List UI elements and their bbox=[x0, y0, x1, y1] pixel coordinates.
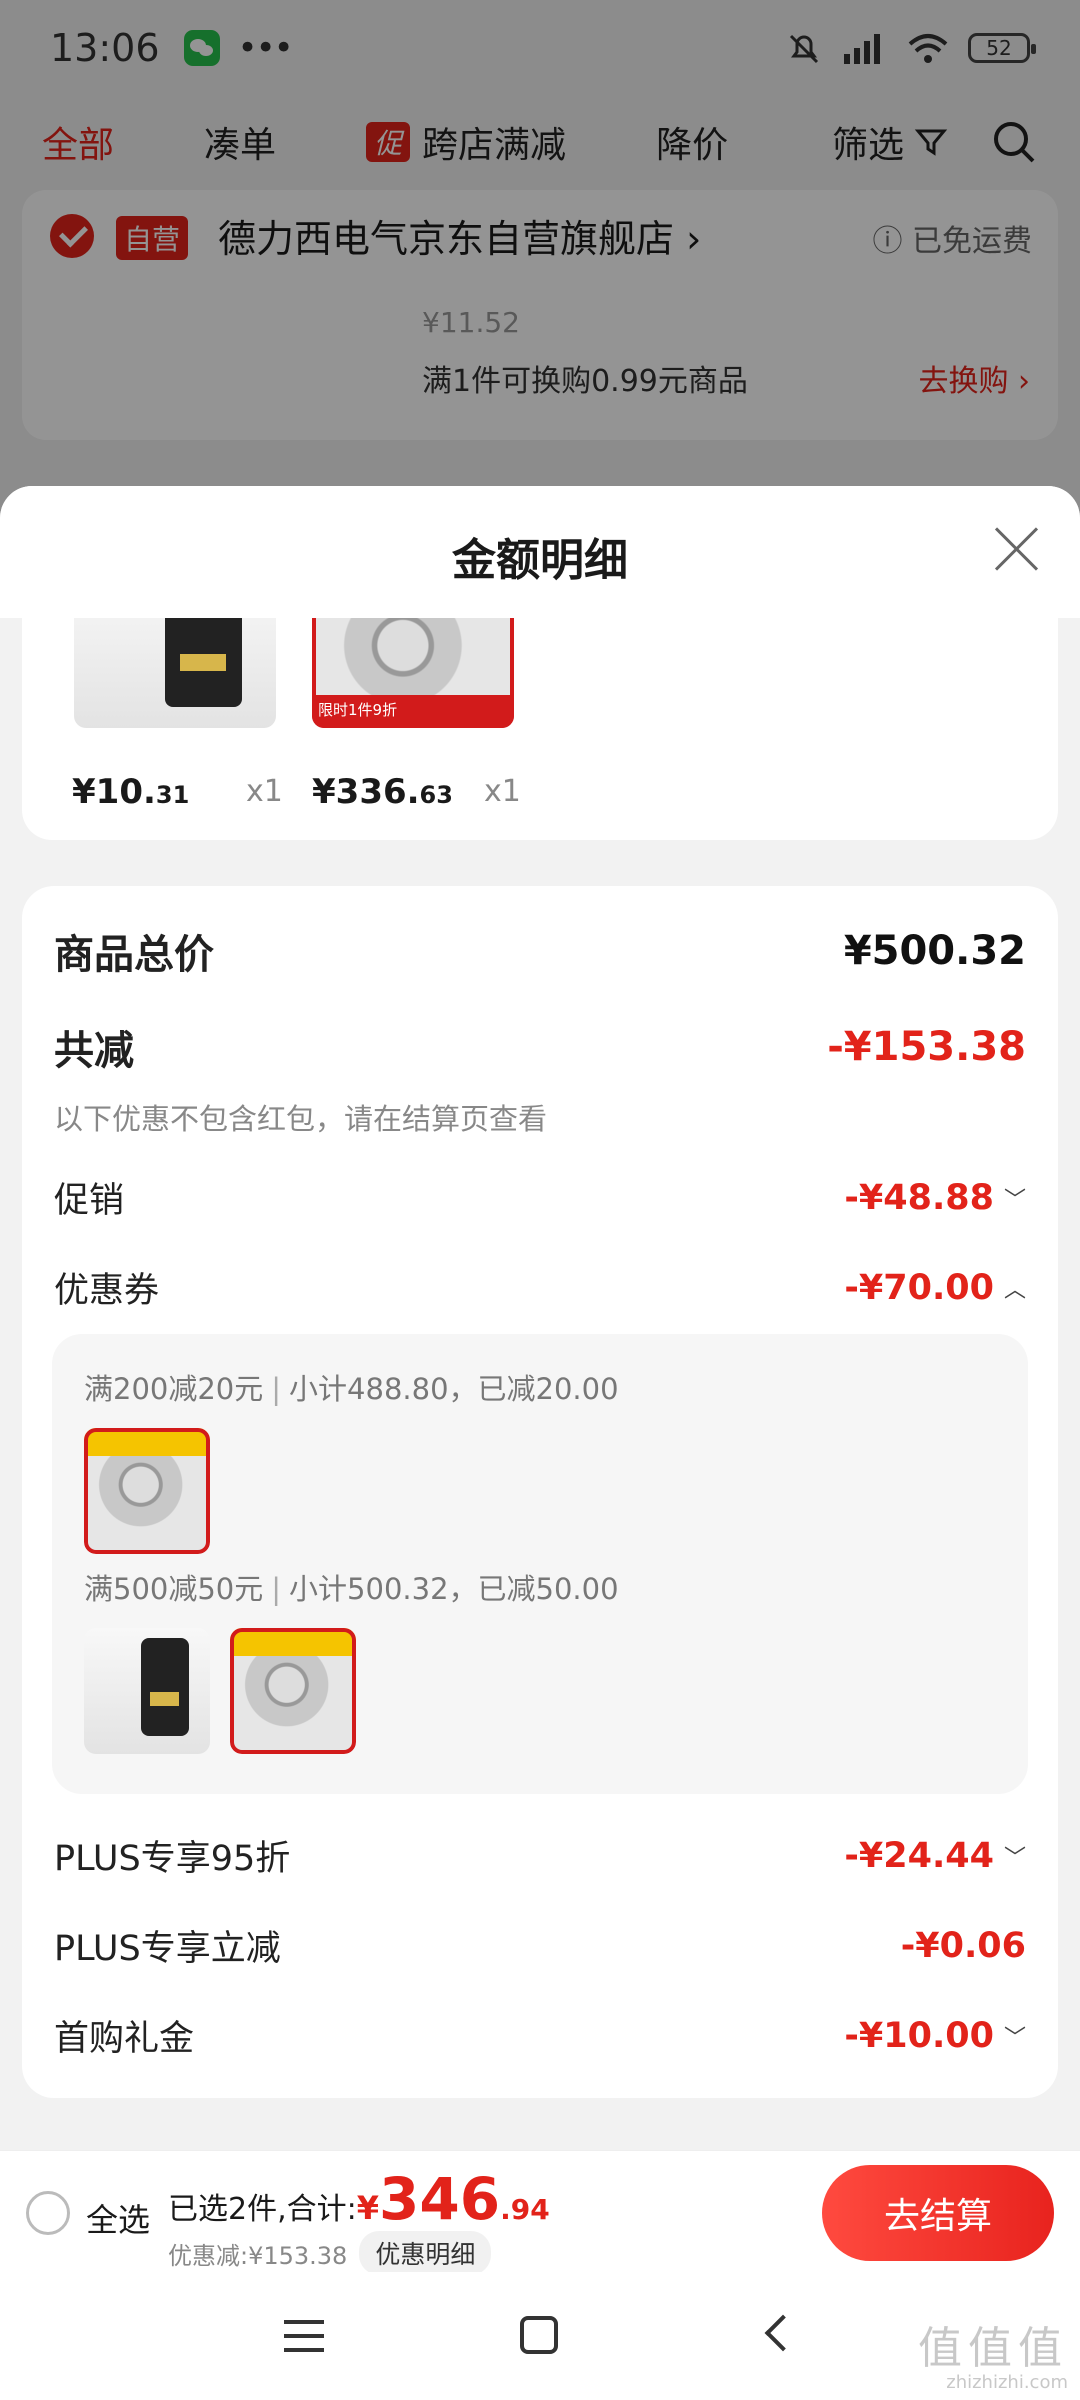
product-price-dec: 63 bbox=[419, 781, 453, 809]
summary-card: 商品总价 ¥500.32 共减 -¥153.38 以下优惠不包含红包，请在结算页… bbox=[22, 886, 1058, 2098]
back-icon[interactable] bbox=[764, 2314, 802, 2352]
coupon-line: 满200减20元 | 小计488.80，已减20.00 bbox=[84, 1366, 619, 1408]
product-price: ¥336.63 bbox=[312, 772, 453, 812]
select-all-radio[interactable] bbox=[26, 2191, 70, 2235]
plus95-row[interactable]: PLUS专享95折 -¥24.44 ﹀ bbox=[54, 1830, 1026, 1881]
plus95-label: PLUS专享95折 bbox=[54, 1839, 291, 1879]
coupon-label: 优惠券 bbox=[54, 1271, 160, 1311]
cart-page: 13:06 ••• 52 全部 凑单 促跨店满减 降价 筛选 自营 德力西电气京… bbox=[0, 0, 1080, 2400]
coupon-line: 满500减50元 | 小计500.32，已减50.00 bbox=[84, 1566, 619, 1608]
coupon-detail: 小计488.80，已减20.00 bbox=[289, 1372, 619, 1406]
total-int: 346 bbox=[379, 2165, 501, 2233]
total-discount-value: -¥153.38 bbox=[827, 1024, 1026, 1070]
promotion-value: -¥48.88 ﹀ bbox=[844, 1178, 1026, 1218]
total-currency: ¥ bbox=[356, 2189, 379, 2227]
checkout-button[interactable]: 去结算 bbox=[822, 2165, 1054, 2261]
product-price-int: ¥10. bbox=[72, 772, 156, 812]
coupon-item-thumbnail[interactable] bbox=[84, 1628, 210, 1754]
menu-icon[interactable] bbox=[284, 2320, 324, 2352]
thumbnail-frame bbox=[312, 618, 514, 728]
chevron-down-icon: ﹀ bbox=[1003, 1845, 1026, 1871]
discount-hint: 以下优惠不包含红包，请在结算页查看 bbox=[54, 1102, 548, 1136]
total-discount-label: 共减 bbox=[54, 1028, 134, 1074]
coupon-value: -¥70.00 ︿ bbox=[844, 1268, 1026, 1308]
plus-cut-row: PLUS专享立减 -¥0.06 bbox=[54, 1920, 1026, 1971]
amount-detail-sheet: 金额明细 限时1件9折 ¥10.31 x1 ¥336.63 x1 商品总价 ¥5… bbox=[0, 486, 1080, 2400]
discount-detail-button[interactable]: 优惠明细 bbox=[359, 2231, 492, 2275]
home-icon[interactable] bbox=[520, 2316, 558, 2354]
goods-total-row: 商品总价 ¥500.32 bbox=[54, 922, 1026, 980]
promotion-label: 促销 bbox=[54, 1181, 125, 1221]
selected-text: 已选2件,合计: bbox=[168, 2192, 357, 2227]
first-gift-label: 首购礼金 bbox=[54, 2019, 195, 2059]
first-gift-row[interactable]: 首购礼金 -¥10.00 ﹀ bbox=[54, 2010, 1026, 2061]
sheet-header: 金额明细 bbox=[0, 486, 1080, 618]
chevron-down-icon: ﹀ bbox=[1003, 1187, 1026, 1213]
product-list: 限时1件9折 ¥10.31 x1 ¥336.63 x1 bbox=[22, 618, 1058, 840]
promotion-amount: -¥48.88 bbox=[844, 1177, 994, 1218]
promotion-row[interactable]: 促销 -¥48.88 ﹀ bbox=[54, 1172, 1026, 1223]
goods-total-label: 商品总价 bbox=[54, 932, 214, 978]
plus-cut-label: PLUS专享立减 bbox=[54, 1929, 281, 1969]
brake-disc-thumbnail[interactable]: 限时1件9折 bbox=[312, 618, 514, 728]
product-price-dec: 31 bbox=[155, 781, 190, 809]
total-discount-row: 共减 -¥153.38 bbox=[54, 1018, 1026, 1076]
sheet-title: 金额明细 bbox=[452, 535, 628, 586]
total-line: 已选2件,合计: ¥ 346 .94 bbox=[168, 2165, 550, 2233]
goods-total-value: ¥500.32 bbox=[843, 928, 1026, 974]
coupon-row[interactable]: 优惠券 -¥70.00 ︿ bbox=[54, 1262, 1026, 1313]
select-all-label[interactable]: 全选 bbox=[86, 2195, 150, 2241]
thumbnail-frame bbox=[230, 1628, 356, 1754]
watermark-logo: 值值值 bbox=[918, 2323, 1068, 2374]
thumbnail-frame bbox=[84, 1428, 210, 1554]
chevron-down-icon: ﹀ bbox=[1003, 2025, 1026, 2051]
coupon-rule: 满200减20元 bbox=[84, 1372, 264, 1406]
watermark-url: zhizhizhi.com bbox=[946, 2372, 1068, 2393]
separator: | bbox=[271, 1372, 282, 1406]
separator: | bbox=[271, 1572, 282, 1606]
first-gift-value: -¥10.00 ﹀ bbox=[844, 2016, 1026, 2056]
checkout-bar: 全选 已选2件,合计: ¥ 346 .94 优惠减:¥153.38 优惠明细 去… bbox=[0, 2150, 1080, 2275]
product-price: ¥10.31 bbox=[72, 772, 189, 812]
first-gift-amount: -¥10.00 bbox=[844, 2015, 994, 2056]
tester-device bbox=[140, 1638, 189, 1737]
coupon-amount: -¥70.00 bbox=[844, 1267, 994, 1308]
battery-tester-thumbnail[interactable] bbox=[74, 618, 276, 728]
plus95-value: -¥24.44 ﹀ bbox=[844, 1836, 1026, 1876]
chevron-up-icon: ︿ bbox=[1003, 1277, 1026, 1303]
coupon-item-thumbnail[interactable] bbox=[84, 1428, 210, 1554]
discount-line: 优惠减:¥153.38 优惠明细 bbox=[168, 2231, 492, 2275]
plus-cut-value: -¥0.06 bbox=[900, 1925, 1026, 1966]
coupon-item-thumbnail[interactable] bbox=[230, 1628, 356, 1754]
coupon-details: 满200减20元 | 小计488.80，已减20.00 满500减50元 | 小计500… bbox=[52, 1334, 1028, 1794]
product-qty: x1 bbox=[484, 774, 521, 809]
coupon-rule: 满500减50元 bbox=[84, 1572, 264, 1606]
discount-text: 优惠减:¥153.38 bbox=[168, 2241, 348, 2270]
tester-device bbox=[164, 618, 242, 707]
coupon-detail: 小计500.32，已减50.00 bbox=[289, 1572, 619, 1606]
product-price-int: ¥336. bbox=[312, 772, 420, 812]
product-qty: x1 bbox=[246, 774, 283, 809]
total-dec: .94 bbox=[500, 2193, 550, 2226]
plus95-amount: -¥24.44 bbox=[844, 1835, 994, 1876]
close-icon[interactable] bbox=[994, 526, 1040, 572]
